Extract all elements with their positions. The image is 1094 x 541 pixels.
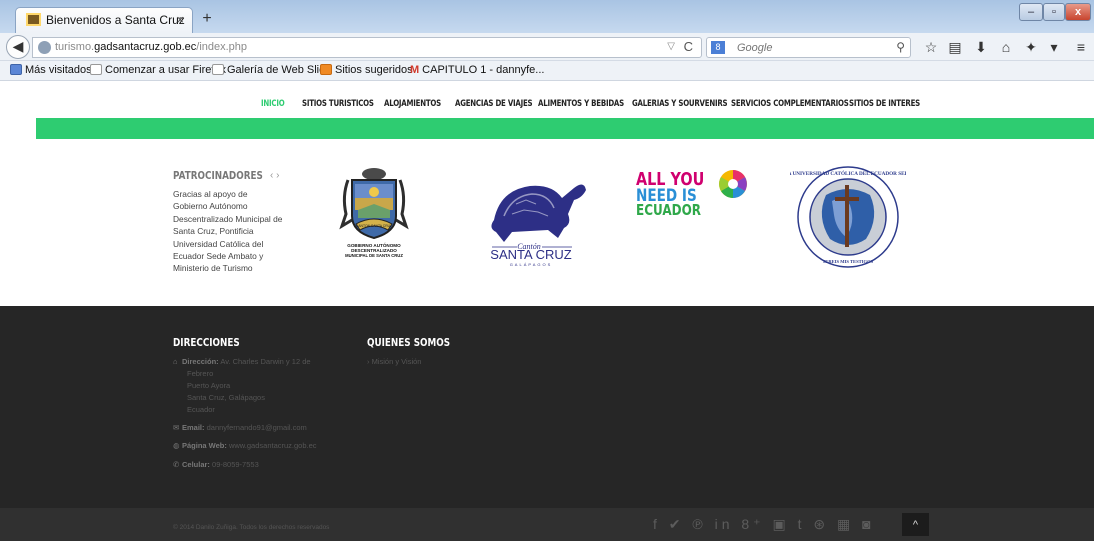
browser-navbar: ◀ turismo.gadsantacruz.gob.ec/index.php …	[0, 33, 1094, 61]
tab-title: Bienvenidos a Santa Cruz	[46, 13, 185, 27]
bookmark-item[interactable]: Galería de Web Slice	[212, 64, 331, 76]
home-icon: ⌂	[173, 357, 178, 366]
envelope-icon: ✉	[173, 423, 180, 432]
logo1-caption-line1: GOBIERNO AUTÓNOMO	[347, 241, 401, 248]
footer-address-line: Puerto Ayora	[187, 381, 231, 390]
url-text[interactable]: turismo.gadsantacruz.gob.ec/index.php	[55, 41, 247, 53]
footer-address-line: Febrero	[187, 369, 214, 378]
footer-about-title: QUIENES SOMOS	[367, 336, 451, 349]
menu-item-alojamientos[interactable]: ALOJAMIENTOS	[384, 99, 441, 109]
new-tab-button[interactable]: +	[197, 10, 217, 30]
bookmark-item[interactable]: Más visitados	[10, 64, 92, 76]
back-arrow-icon: ◀	[12, 38, 24, 54]
footer-phone: ✆ Celular: 09-8059-7553	[173, 460, 259, 469]
address-bar[interactable]: turismo.gadsantacruz.gob.ec/index.php ▽ …	[32, 37, 702, 58]
bookmark-star-icon[interactable]: ☆	[922, 39, 940, 56]
copyright-text: © 2014 Danilo Zuñiga. Todos los derechos…	[173, 524, 330, 531]
logo3-line3: ECUADOR	[636, 202, 702, 220]
bookmark-item[interactable]: M CAPITULO 1 - dannyfe...	[410, 64, 544, 76]
search-icon[interactable]: ⚲	[896, 40, 905, 54]
menu-hamburger-icon[interactable]: ≡	[1072, 39, 1090, 55]
browser-tab[interactable]: Bienvenidos a Santa Cruz ×	[15, 7, 193, 33]
chevron-up-icon: ^	[912, 519, 919, 531]
email-link[interactable]: dannyfernando91@gmail.com	[207, 423, 307, 432]
logo1-ribbon-text: CANTON SANTA CRUZ	[356, 224, 392, 228]
page-icon	[212, 64, 224, 75]
tab-close-icon[interactable]: ×	[176, 12, 184, 27]
carousel-arrows-icon[interactable]: ‹ ›	[270, 170, 279, 181]
logo4-ring-text: PONTIFICIA UNIVERSIDAD CATÓLICA DEL ECUA…	[790, 169, 906, 177]
search-input[interactable]	[737, 40, 887, 55]
search-bar[interactable]: 8 ⚲	[706, 37, 911, 58]
site-identity-icon[interactable]	[38, 41, 51, 54]
footer-address-line: Santa Cruz, Galápagos	[187, 393, 265, 402]
santa-cruz-tortoise-logo: Cantón SANTA CRUZ GALÁPAGOS	[490, 184, 586, 267]
browser-titlebar: Bienvenidos a Santa Cruz × + – ▫ x	[0, 0, 1094, 33]
logo4-motto-text: SEREIS MIS TESTIGOS	[823, 259, 874, 264]
site-favicon-icon	[26, 13, 41, 26]
sponsors-title: PATROCINADORES	[173, 169, 263, 182]
scroll-to-top-button[interactable]: ^	[902, 513, 929, 536]
menu-item-sitios-de-interes[interactable]: SITIOS DE INTERES	[849, 99, 920, 109]
footer-directions-title: DIRECCIONES	[173, 336, 240, 349]
logo1-caption-line3: MUNICIPAL DE SANTA CRUZ	[345, 253, 403, 258]
home-icon[interactable]: ⌂	[997, 39, 1015, 55]
menu-item-servicios-complementarios[interactable]: SERVICIOS COMPLEMENTARIOS	[731, 99, 849, 109]
footer-address-line: Ecuador	[187, 405, 215, 414]
bookmarks-menu-icon[interactable]: ▤	[946, 39, 964, 56]
main-menu: INICIO SITIOS TURISTICOS ALOJAMIENTOS AG…	[0, 81, 1094, 118]
addon-icon[interactable]: ✦	[1022, 39, 1040, 56]
bookmark-folder-icon	[10, 64, 22, 75]
bookmark-item[interactable]: Sitios sugeridos	[320, 64, 413, 76]
window-minimize-button[interactable]: –	[1019, 3, 1043, 21]
back-button[interactable]: ◀	[6, 35, 30, 59]
phone-icon: ✆	[173, 460, 180, 469]
gmail-icon: M	[410, 64, 420, 76]
bookmark-item[interactable]: Comenzar a usar Firefox	[90, 64, 226, 76]
logo2-subtitle-text: GALÁPAGOS	[510, 262, 553, 267]
footer-bottom-bar: © 2014 Danilo Zuñiga. Todos los derechos…	[0, 508, 1094, 541]
footer-email: ✉ Email: dannyfernando91@gmail.com	[173, 423, 307, 432]
window-close-button[interactable]: x	[1065, 3, 1091, 21]
sponsors-description: Gracias al apoyo de Gobierno Autónomo De…	[173, 189, 283, 274]
website-link[interactable]: www.gadsantacruz.gob.ec	[229, 441, 317, 450]
sponsors-section: PATROCINADORES ‹ › Gracias al apoyo de G…	[0, 139, 1094, 306]
window-maximize-button[interactable]: ▫	[1043, 3, 1065, 21]
rainbow-flower-icon	[719, 170, 747, 198]
menu-item-alimentos-y-bebidas[interactable]: ALIMENTOS Y BEBIDAS	[538, 99, 624, 109]
bookmarks-toolbar: Más visitados Comenzar a usar Firefox Ga…	[0, 61, 1094, 81]
footer-address: ⌂ Dirección: Av. Charles Darwin y 12 de	[173, 357, 311, 366]
menu-item-galerias-y-sourvenirs[interactable]: GALERIAS Y SOURVENIRS	[632, 99, 728, 109]
search-engine-icon[interactable]: 8	[711, 41, 725, 54]
suggested-sites-icon	[320, 64, 332, 75]
municipal-coat-of-arms-logo: CANTON SANTA CRUZ GOBIERNO AUTÓNOMO DESC…	[339, 168, 409, 258]
all-you-need-is-ecuador-logo: ALL YOU NEED IS ECUADOR	[636, 168, 747, 220]
menu-item-agencias-de-viajes[interactable]: AGENCIAS DE VIAJES	[455, 99, 533, 109]
footer: DIRECCIONES ⌂ Dirección: Av. Charles Darw…	[0, 306, 1094, 508]
menu-item-sitios-turisticos[interactable]: SITIOS TURISTICOS	[302, 99, 374, 109]
reload-icon[interactable]: C	[684, 39, 693, 54]
url-history-dropdown-icon[interactable]: ▽	[667, 41, 675, 52]
mission-vision-link[interactable]: › Misión y Visión	[367, 357, 421, 366]
footer-website: ◍ Página Web: www.gadsantacruz.gob.ec	[173, 441, 317, 450]
menu-item-inicio[interactable]: INICIO	[261, 99, 285, 109]
chevron-down-icon[interactable]: ▾	[1045, 39, 1063, 56]
accent-bar	[36, 118, 1094, 139]
page-icon	[90, 64, 102, 75]
social-links: f ✔ ℗ in 8⁺ ▣ t ⊛ ▦ ◙	[653, 516, 875, 533]
social-icons-row[interactable]: f ✔ ℗ in 8⁺ ▣ t ⊛ ▦ ◙	[653, 516, 875, 532]
globe-icon: ◍	[173, 441, 180, 450]
downloads-icon[interactable]: ⬇	[972, 39, 990, 56]
logo2-title-text: SANTA CRUZ	[490, 247, 571, 262]
puce-ambato-seal-logo: PONTIFICIA UNIVERSIDAD CATÓLICA DEL ECUA…	[790, 166, 906, 268]
